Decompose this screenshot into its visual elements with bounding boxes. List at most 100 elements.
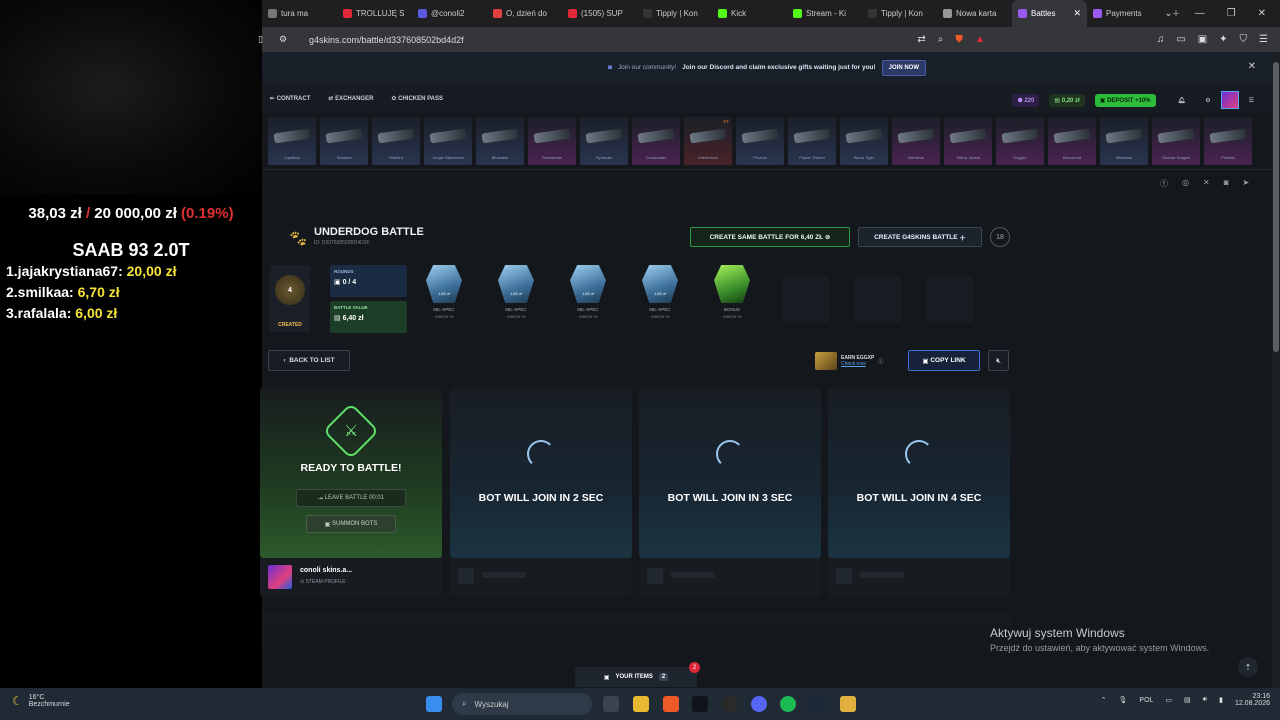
live-drop-item[interactable]: Yellow Jacket	[944, 117, 992, 165]
x-icon[interactable]: ✕	[1203, 178, 1210, 189]
url-field[interactable]: g4skins.com/battle/d337608502bd4d2f	[309, 35, 464, 45]
leave-battle-button[interactable]: ⇥ LEAVE BATTLE 00:01	[296, 489, 406, 507]
case-item[interactable]: BONUS CHECK %	[709, 265, 755, 330]
live-drop-item[interactable]: Jungle Slipstream	[424, 117, 472, 165]
live-drop-item[interactable]: Hydraulic	[580, 117, 628, 165]
live-drop-item[interactable]: Blood Tiger	[840, 117, 888, 165]
case-item[interactable]: 1,60 zł MIL-SPEC CHECK %	[637, 265, 683, 330]
tray-chevron-icon[interactable]: ⌃	[1101, 696, 1107, 704]
scroll-thumb[interactable]	[1273, 62, 1279, 352]
live-drop-item[interactable]: Interlocked ST	[684, 117, 732, 165]
nav-contract[interactable]: ⇤ CONTRACT	[270, 95, 310, 102]
create-g4skins-battle-button[interactable]: CREATE G4SKINS BATTLE ＋	[858, 227, 982, 247]
live-drop-item[interactable]: Warbird	[372, 117, 420, 165]
extensions-icon[interactable]: ✦	[1219, 34, 1227, 45]
tab-search-icon[interactable]: ⌄	[1164, 8, 1172, 19]
live-drop-item[interactable]: Nemesis	[892, 117, 940, 165]
user-avatar[interactable]	[268, 565, 292, 589]
brave-browser-icon[interactable]	[663, 696, 679, 712]
rewards-icon[interactable]: ▲	[975, 34, 985, 45]
language-indicator[interactable]: POL	[1139, 697, 1153, 704]
mic-icon[interactable]: 🎙︎	[1119, 696, 1128, 704]
minimize-icon[interactable]: —	[1195, 8, 1205, 19]
monitor-icon[interactable]: ▭	[1165, 696, 1172, 704]
balance-badge[interactable]: ▤ 0,20 zł	[1049, 93, 1085, 107]
live-drop-item[interactable]: Phobos	[736, 117, 784, 165]
audio-app-icon[interactable]	[692, 696, 708, 712]
live-drop-item[interactable]: Sickland	[320, 117, 368, 165]
live-drop-item[interactable]: Warhawk	[1100, 117, 1148, 165]
earn-eggxp-promo[interactable]: EARN EGGXP Check now ⓘ	[815, 351, 900, 371]
settings-gear-icon[interactable]: ⚙	[1205, 97, 1210, 104]
back-to-list-button[interactable]: ‹ BACK TO LIST	[268, 350, 350, 371]
file-explorer-icon[interactable]	[633, 696, 649, 712]
obs-icon[interactable]	[722, 696, 738, 712]
browser-tab[interactable]: (1505) SUP	[562, 0, 637, 27]
clock[interactable]: 23:16 12.08.2026	[1235, 693, 1270, 707]
browser-tab[interactable]: Nowa karta	[937, 0, 1012, 27]
steam-icon[interactable]	[810, 696, 826, 712]
site-info-icon[interactable]: ⚙	[279, 34, 287, 45]
live-drop-item[interactable]: Crossroads	[632, 117, 680, 165]
earn-check-link[interactable]: Check now	[841, 361, 874, 367]
discord-app-icon[interactable]	[751, 696, 767, 712]
volume-icon[interactable]: 🔊︎	[1203, 696, 1207, 704]
hamburger-icon[interactable]: ☰	[1249, 97, 1254, 104]
browser-tab[interactable]: tura ma	[262, 0, 337, 27]
nav-chicken-pass[interactable]: ✿ CHICKEN PASS	[391, 95, 443, 102]
brave-shield-icon[interactable]: ⛊	[955, 34, 963, 45]
close-window-icon[interactable]: ✕	[1258, 8, 1266, 19]
discord-icon[interactable]: ◙	[1224, 178, 1229, 189]
case-item[interactable]: 1,60 zł MIL-SPEC CHECK %	[493, 265, 539, 330]
username[interactable]: conoli skins.a...	[300, 567, 352, 574]
close-banner-icon[interactable]: ✕	[1248, 61, 1256, 72]
case-item[interactable]: 1,60 zł MIL-SPEC CHECK %	[565, 265, 611, 330]
create-same-battle-button[interactable]: CREATE SAME BATTLE FOR 6,40 ZŁ ⊚	[690, 227, 850, 247]
browser-tab[interactable]: Payments	[1087, 0, 1162, 27]
live-drop-item[interactable]: Capillary	[268, 117, 316, 165]
live-drop-item[interactable]: Poplar Thicket	[788, 117, 836, 165]
media-icon[interactable]: ♫	[1157, 34, 1165, 45]
nav-exchanger[interactable]: ⇄ EXCHANGER	[328, 95, 373, 102]
user-avatar[interactable]	[1220, 91, 1239, 109]
close-tab-icon[interactable]: ✕	[1073, 8, 1081, 19]
browser-tab[interactable]: Tipply | Kon	[637, 0, 712, 27]
summon-bots-button[interactable]: ▣ SUMMON BOTS	[306, 515, 396, 533]
browser-tab[interactable]: Kick	[712, 0, 787, 27]
live-drop-item[interactable]: Bluesteel	[476, 117, 524, 165]
deposit-button[interactable]: ▣ DEPOSIT +10%	[1094, 93, 1156, 107]
case-check-odds[interactable]: CHECK %	[421, 314, 467, 319]
sidebar-icon[interactable]: ▭	[1176, 34, 1185, 45]
weather-widget[interactable]: ☾ 16°C Bezchmurnie	[12, 694, 70, 708]
start-icon[interactable]	[426, 696, 442, 712]
join-now-button[interactable]: JOIN NOW	[881, 59, 927, 76]
taskbar-search[interactable]: ⌕ Wyszukaj	[452, 693, 592, 715]
case-check-odds[interactable]: CHECK %	[493, 314, 539, 319]
app-icon[interactable]	[840, 696, 856, 712]
live-drop-item[interactable]: Oxygen	[996, 117, 1044, 165]
browser-tab[interactable]: Stream - Ki	[787, 0, 862, 27]
translate-icon[interactable]: ⇄	[917, 34, 925, 45]
wallet-icon[interactable]: ▣	[1198, 34, 1207, 45]
steam-profile-link[interactable]: ⊙ STEAM PROFILE	[300, 579, 346, 585]
browser-tab[interactable]: Tipply | Kon	[862, 0, 937, 27]
your-items-button[interactable]: ▣ YOUR ITEMS 2	[575, 667, 697, 687]
telegram-icon[interactable]: ➤	[1243, 178, 1250, 189]
page-scrollbar[interactable]	[1272, 52, 1280, 688]
instagram-icon[interactable]: ◎	[1182, 178, 1189, 189]
browser-tab[interactable]: O, dzień do	[487, 0, 562, 27]
network-icon[interactable]: ▤	[1184, 696, 1191, 704]
live-drop-item[interactable]: Freestream	[528, 117, 576, 165]
battery-icon[interactable]: ▮	[1219, 696, 1223, 704]
browser-tab[interactable]: Battles ✕	[1012, 0, 1087, 27]
case-check-odds[interactable]: CHECK %	[565, 314, 611, 319]
live-drop-item[interactable]: Sunrise Dragon	[1152, 117, 1200, 165]
zoom-icon[interactable]: ⌕	[938, 34, 944, 45]
info-icon[interactable]: ⓘ	[878, 358, 883, 365]
copy-link-button[interactable]: ▣ COPY LINK	[908, 350, 980, 371]
live-drop-item[interactable]: Phobos	[1204, 117, 1252, 165]
task-view-icon[interactable]	[603, 696, 619, 712]
browser-tab[interactable]: TROLLUJĘ S	[337, 0, 412, 27]
maximize-icon[interactable]: ❐	[1227, 8, 1236, 19]
case-check-odds[interactable]: CHECK %	[637, 314, 683, 319]
